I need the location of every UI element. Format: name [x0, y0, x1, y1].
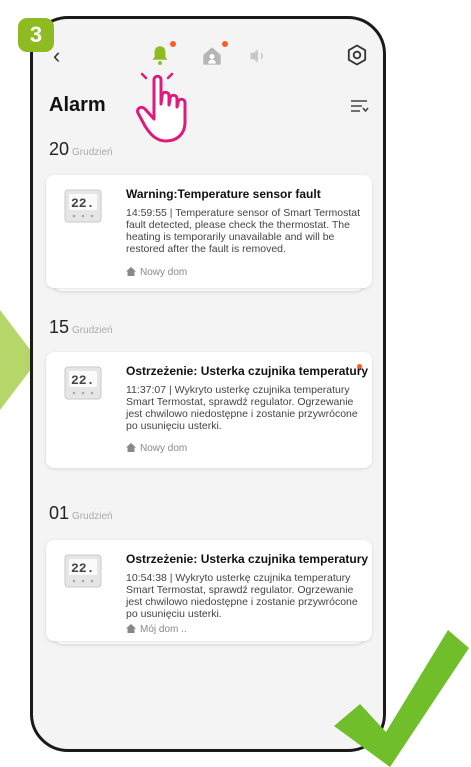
thermostat-icon: 22.: [64, 189, 102, 223]
alarm-message: 14:59:55 | Temperature sensor of Smart T…: [126, 207, 361, 255]
date-day: 15: [49, 317, 70, 337]
home-notification-dot: [222, 41, 228, 47]
alarm-message: 10:54:38 | Wykryto usterkę czujnika temp…: [126, 572, 358, 620]
page-title: Alarm: [49, 94, 106, 116]
alarm-home-label: Mój dom ..: [140, 624, 187, 635]
alarm-title: Ostrzeżenie: Usterka czujnika temperatur…: [126, 364, 369, 378]
alarm-home-label: Nowy dom: [140, 443, 188, 454]
gear-icon[interactable]: [345, 43, 369, 67]
date-header: 20 Grudzień: [49, 139, 113, 160]
home-person-icon[interactable]: [199, 43, 225, 69]
step-badge: 3: [18, 18, 54, 52]
alarm-title: Ostrzeżenie: Usterka czujnika temperatur…: [126, 552, 369, 566]
alarm-card[interactable]: 22. Ostrzeżenie: Usterka czujnika temper…: [46, 540, 372, 641]
home-icon: [126, 443, 136, 452]
top-bar: ‹: [33, 19, 383, 79]
date-month: Grudzień: [72, 325, 113, 336]
alarm-message: 11:37:07 | Wykryto usterkę czujnika temp…: [126, 384, 358, 432]
home-icon: [126, 624, 136, 633]
pointing-hand-icon: [136, 72, 187, 143]
svg-text:22.: 22.: [71, 561, 94, 576]
alarm-card[interactable]: 22. Warning:Temperature sensor fault 14:…: [46, 175, 372, 288]
thermostat-icon: 22.: [64, 554, 102, 588]
date-header: 01 Grudzień: [49, 503, 113, 524]
date-month: Grudzień: [72, 147, 113, 158]
bell-icon[interactable]: [147, 43, 173, 69]
bell-notification-dot: [170, 41, 176, 47]
svg-text:22.: 22.: [71, 196, 94, 211]
speaker-icon[interactable]: [245, 43, 271, 69]
date-day: 20: [49, 139, 70, 159]
alarm-home: Nowy dom: [126, 443, 187, 454]
thermostat-icon: 22.: [64, 366, 102, 400]
chevron-left-icon[interactable]: ‹: [53, 45, 60, 67]
date-day: 01: [49, 503, 70, 523]
filter-list-icon[interactable]: [349, 97, 369, 115]
alarm-card[interactable]: 22. Ostrzeżenie: Usterka czujnika temper…: [46, 352, 372, 468]
svg-text:22.: 22.: [71, 373, 94, 388]
date-header: 15 Grudzień: [49, 317, 113, 338]
date-month: Grudzień: [72, 511, 113, 522]
alarm-home: Mój dom ..: [126, 624, 187, 635]
check-mark-icon: [334, 630, 469, 767]
alarm-title: Warning:Temperature sensor fault: [126, 187, 321, 201]
